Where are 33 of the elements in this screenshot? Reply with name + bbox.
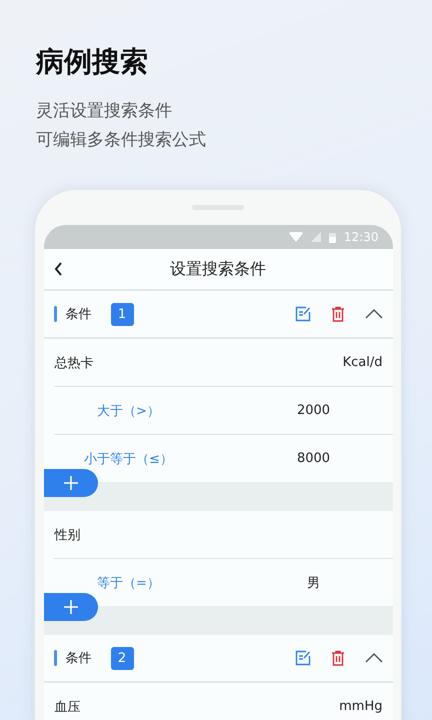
add-button[interactable] xyxy=(44,593,98,621)
wifi-icon xyxy=(288,232,303,242)
condition-label: 条件 xyxy=(66,306,92,323)
trash-icon[interactable] xyxy=(330,650,344,666)
field-name: 血压 xyxy=(54,698,80,716)
plus-icon xyxy=(62,475,78,491)
value-text: 男 xyxy=(306,574,321,592)
operator-label[interactable]: 大于（>） xyxy=(54,402,204,420)
condition-number: 1 xyxy=(110,302,134,326)
chevron-up-icon[interactable] xyxy=(364,653,382,663)
unit-label: mmHg xyxy=(339,699,382,714)
chevron-up-icon[interactable] xyxy=(364,309,382,319)
edit-icon[interactable] xyxy=(294,306,310,322)
subtitle-line: 灵活设置搜索条件 xyxy=(36,100,173,123)
signal-icon xyxy=(310,232,321,242)
trash-icon[interactable] xyxy=(330,306,344,322)
screen-title: 设置搜索条件 xyxy=(170,258,266,280)
battery-icon xyxy=(328,232,336,242)
condition-label: 条件 xyxy=(66,650,92,667)
add-button[interactable] xyxy=(44,469,98,497)
field-name: 总热卡 xyxy=(54,354,94,372)
subtitle-line: 可编辑多条件搜索公式 xyxy=(36,129,207,152)
operator-label[interactable]: 小于等于（≤） xyxy=(54,450,204,468)
operator-label[interactable]: 等于（=） xyxy=(54,574,204,592)
condition-number: 2 xyxy=(110,646,134,670)
page-heading: 病例搜索 xyxy=(36,44,149,80)
plus-icon xyxy=(62,599,78,615)
back-icon[interactable] xyxy=(54,262,62,276)
unit-label: Kcal/d xyxy=(342,355,382,370)
value-text: 2000 xyxy=(296,403,332,418)
edit-icon[interactable] xyxy=(294,650,310,666)
field-name: 性别 xyxy=(54,526,80,544)
value-text: 8000 xyxy=(296,451,332,466)
